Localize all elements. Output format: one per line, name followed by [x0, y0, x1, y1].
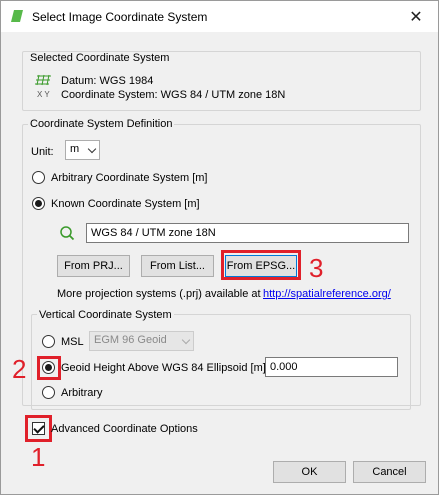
- definition-heading: Coordinate System Definition: [28, 118, 175, 130]
- app-icon: [11, 10, 23, 22]
- ok-button[interactable]: OK: [273, 461, 346, 483]
- unit-select[interactable]: m: [65, 140, 100, 160]
- annotation-number-1: 1: [31, 442, 46, 472]
- geoid-height-input[interactable]: 0.000: [265, 357, 398, 377]
- selected-cs-heading: Selected Coordinate System: [28, 52, 172, 64]
- chevron-down-icon: [87, 144, 97, 154]
- annotation-number-2: 2: [12, 354, 27, 384]
- annotation-box-2: [37, 356, 61, 380]
- more-projections-text: More projection systems (.prj) available…: [57, 288, 261, 300]
- from-prj-button[interactable]: From PRJ...: [57, 255, 130, 277]
- dialog-window: Select Image Coordinate System ✕ Selecte…: [0, 0, 439, 495]
- msl-label: MSL: [61, 336, 84, 348]
- annotation-box-1: [25, 415, 52, 442]
- known-cs-label: Known Coordinate System [m]: [51, 198, 200, 210]
- vertical-cs-heading: Vertical Coordinate System: [37, 309, 174, 321]
- msl-radio[interactable]: [42, 335, 55, 348]
- from-list-button[interactable]: From List...: [141, 255, 214, 277]
- title-bar: Select Image Coordinate System ✕: [1, 1, 438, 32]
- window-title: Select Image Coordinate System: [32, 10, 208, 24]
- arbitrary-cs-radio[interactable]: [32, 171, 45, 184]
- advanced-options-label: Advanced Coordinate Options: [51, 423, 198, 435]
- geoid-model-select[interactable]: EGM 96 Geoid: [89, 331, 194, 351]
- search-icon: [60, 226, 75, 241]
- close-icon[interactable]: ✕: [394, 1, 438, 32]
- annotation-box-3: [221, 250, 301, 280]
- geoid-height-label: Geoid Height Above WGS 84 Ellipsoid [m]: [61, 362, 266, 374]
- datum-text: Datum: WGS 1984: [61, 75, 154, 87]
- coordinate-system-search-input[interactable]: WGS 84 / UTM zone 18N: [86, 223, 409, 243]
- chevron-down-icon: [181, 335, 191, 345]
- unit-select-value: m: [70, 143, 80, 155]
- geoid-model-select-value: EGM 96 Geoid: [94, 334, 167, 346]
- known-cs-radio[interactable]: [32, 197, 45, 210]
- annotation-number-3: 3: [309, 253, 324, 283]
- spatialreference-link[interactable]: http://spatialreference.org/: [263, 288, 391, 300]
- unit-label: Unit:: [31, 146, 54, 158]
- vertical-arbitrary-radio[interactable]: [42, 386, 55, 399]
- coordinate-system-text: Coordinate System: WGS 84 / UTM zone 18N: [61, 89, 286, 101]
- arbitrary-cs-label: Arbitrary Coordinate System [m]: [51, 172, 208, 184]
- cancel-button[interactable]: Cancel: [353, 461, 426, 483]
- vertical-arbitrary-label: Arbitrary: [61, 387, 103, 399]
- grid-icon-caption: X Y: [37, 90, 50, 99]
